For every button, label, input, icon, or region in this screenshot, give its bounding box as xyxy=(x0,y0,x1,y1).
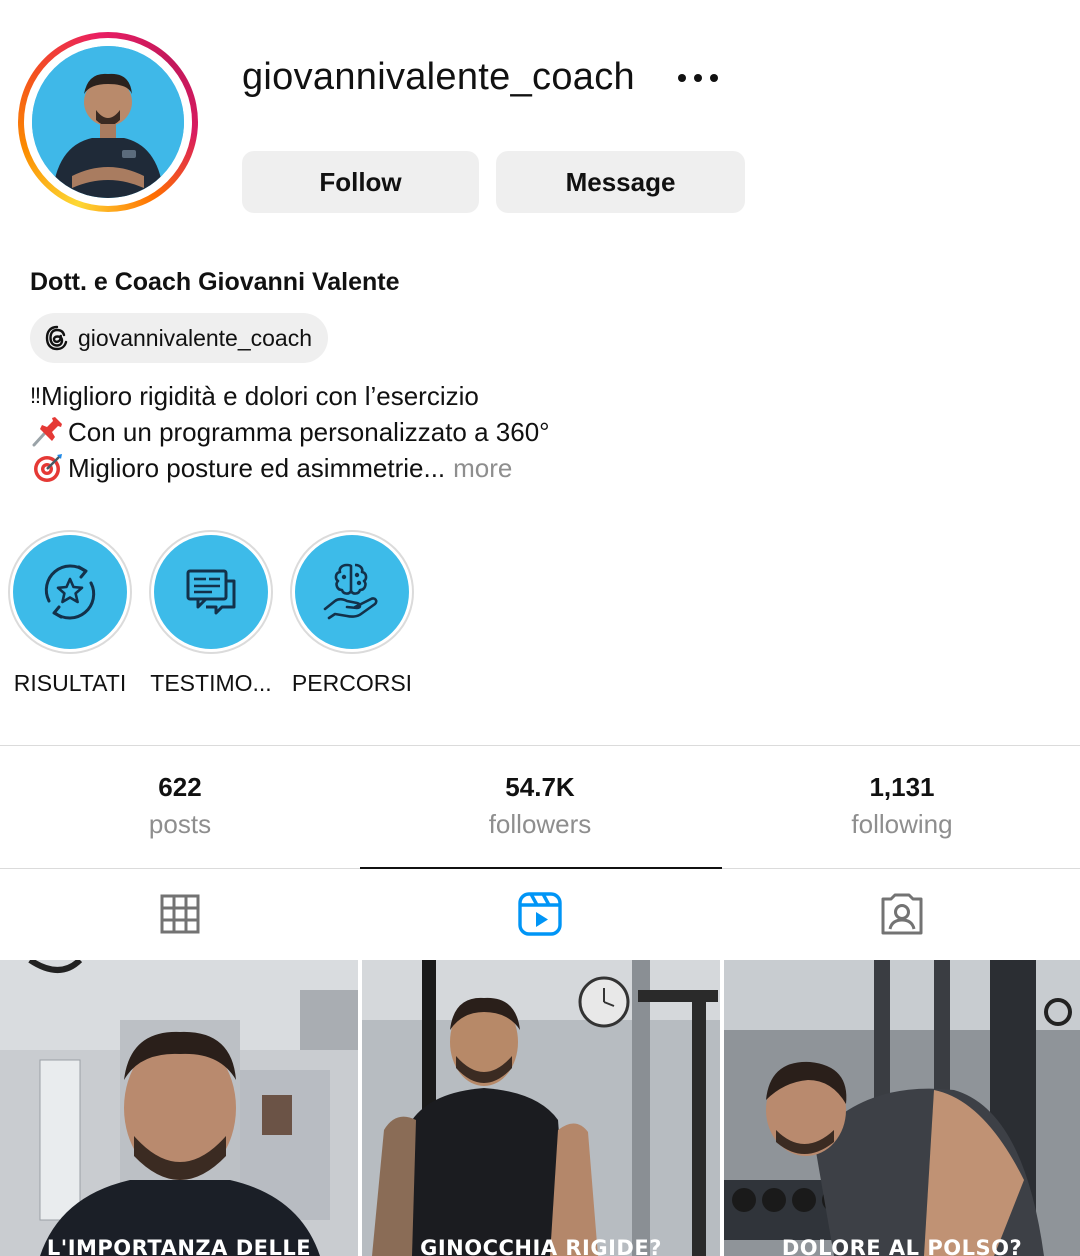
bio-line: Miglioro posture ed asimmetrie... more xyxy=(30,450,550,486)
message-button[interactable]: Message xyxy=(496,151,745,213)
tab-posts-grid[interactable] xyxy=(0,869,360,959)
reel-caption: DOLORE AL POLSO? xyxy=(781,1236,1023,1256)
bio-line: ‼ Miglioro rigidità e dolori con l’eserc… xyxy=(30,378,550,414)
profile-full-name: Dott. e Coach Giovanni Valente xyxy=(30,268,400,296)
stat-following[interactable]: 1,131 following xyxy=(722,772,1080,840)
stat-value: 54.7K xyxy=(505,772,575,802)
stats-top-divider xyxy=(0,745,1080,746)
highlight-testimonianze[interactable]: TESTIMO... xyxy=(149,530,273,696)
reel-image xyxy=(724,960,1080,1256)
stat-posts[interactable]: 622 posts xyxy=(0,772,360,840)
highlight-ring xyxy=(8,530,132,654)
highlight-cover xyxy=(154,535,268,649)
highlight-label: PERCORSI xyxy=(291,670,413,696)
reels-grid: L'IMPORTANZA DELLE GINOCCHIA RIGIDE? DOL… xyxy=(0,960,1080,1256)
bio-line: Con un programma personalizzato a 360° xyxy=(30,414,550,450)
threads-icon xyxy=(45,325,68,351)
highlight-cover xyxy=(295,535,409,649)
reel-thumbnail[interactable]: L'IMPORTANZA DELLE xyxy=(0,960,358,1256)
bio-text: Con un programma personalizzato a 360° xyxy=(68,417,550,447)
grid-icon xyxy=(160,894,200,934)
brain-hand-icon xyxy=(323,563,378,620)
profile-username: giovannivalente_coach xyxy=(242,56,635,98)
profile-header: giovannivalente_coach Follow Message xyxy=(0,0,1080,240)
reel-caption: GINOCCHIA RIGIDE? xyxy=(420,1236,662,1256)
tagged-icon xyxy=(881,893,923,935)
avatar-photo xyxy=(32,46,184,198)
pushpin-icon xyxy=(32,417,62,447)
avatar-gap xyxy=(24,38,192,206)
highlight-ring xyxy=(290,530,414,654)
reel-image xyxy=(0,960,358,1256)
highlight-percorsi[interactable]: PERCORSI xyxy=(290,530,414,696)
threads-handle: giovannivalente_coach xyxy=(78,324,313,351)
star-refresh-icon xyxy=(44,564,96,620)
reels-icon xyxy=(518,892,562,936)
bio-emoji: ‼ xyxy=(30,383,41,408)
chat-bubbles-icon xyxy=(186,569,236,615)
reel-image xyxy=(362,960,720,1256)
follow-button[interactable]: Follow xyxy=(242,151,479,213)
reel-caption: L'IMPORTANZA DELLE xyxy=(46,1236,312,1256)
story-ring[interactable] xyxy=(18,32,198,212)
bio-text: Miglioro posture ed asimmetrie... xyxy=(68,453,446,483)
stat-followers[interactable]: 54.7K followers xyxy=(360,772,720,840)
tab-reels[interactable] xyxy=(360,869,720,959)
profile-bio: ‼ Miglioro rigidità e dolori con l’eserc… xyxy=(30,378,550,486)
stat-value: 622 xyxy=(158,772,202,802)
bio-more-link[interactable]: more xyxy=(453,450,512,486)
more-options-button[interactable] xyxy=(672,60,724,96)
bio-text: Miglioro rigidità e dolori con l’eserciz… xyxy=(41,381,479,411)
reel-thumbnail[interactable]: GINOCCHIA RIGIDE? xyxy=(362,960,720,1256)
stat-label: followers xyxy=(488,809,592,839)
threads-link[interactable]: giovannivalente_coach xyxy=(30,313,329,363)
stat-label: posts xyxy=(148,809,212,839)
more-dots-icon xyxy=(678,74,718,82)
stat-value: 1,131 xyxy=(869,772,935,802)
highlight-ring xyxy=(149,530,273,654)
stat-label: following xyxy=(851,809,953,839)
target-icon xyxy=(34,454,62,482)
highlight-risultati[interactable]: RISULTATI xyxy=(8,530,132,696)
avatar[interactable] xyxy=(32,46,184,198)
reel-thumbnail[interactable]: DOLORE AL POLSO? xyxy=(724,960,1080,1256)
tab-tagged[interactable] xyxy=(722,869,1080,959)
highlight-label: TESTIMO... xyxy=(150,670,272,696)
highlight-cover xyxy=(13,535,127,649)
